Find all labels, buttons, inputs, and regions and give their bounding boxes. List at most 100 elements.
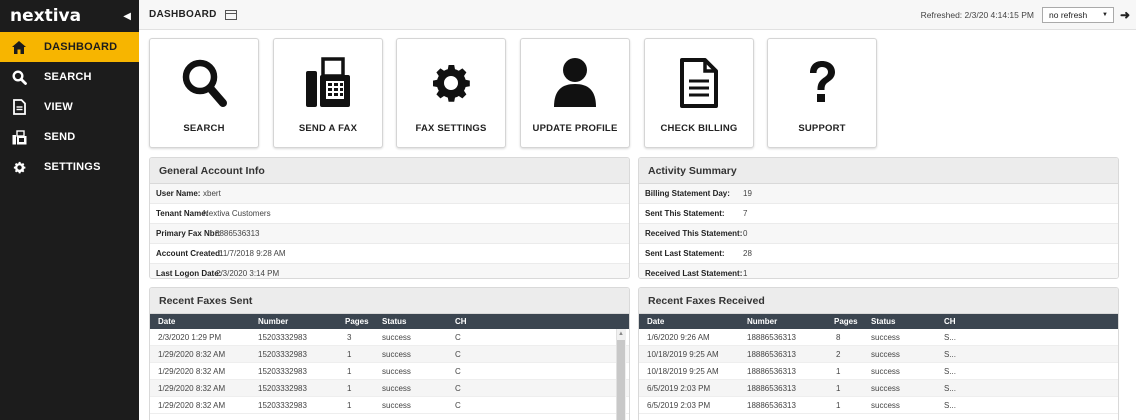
sidebar-item-dashboard[interactable]: DASHBOARD [0,32,139,62]
arrow-right-icon[interactable]: ➜ [1120,8,1130,22]
cell-status: success [871,400,900,410]
home-icon [10,38,28,56]
cell-pages: 1 [836,383,841,393]
table-row[interactable]: 1/29/2020 8:32 AM 15203332983 1 success C [150,397,629,414]
cell-date: 2/3/2020 1:29 PM [158,332,222,342]
column-header-number[interactable]: Number [747,317,777,326]
cell-number: 15203332983 [258,332,307,342]
column-header-pages[interactable]: Pages [834,317,858,326]
sidebar-item-view[interactable]: VIEW [0,92,139,122]
cell-date: 10/18/2019 9:25 AM [647,349,719,359]
refreshed-timestamp: Refreshed: 2/3/20 4:14:15 PM [920,9,1034,20]
kv-row: Account Created: 11/7/2018 9:28 AM [150,244,629,264]
kv-row: Received This Statement: 0 [639,224,1118,244]
kv-key: Tenant Name: [156,209,209,218]
document-icon [679,53,719,113]
topbar: DASHBOARD Refreshed: 2/3/20 4:14:15 PM n… [139,0,1136,30]
calendar-icon[interactable] [224,9,237,20]
tile-update-profile[interactable]: UPDATE PROFILE [520,38,630,148]
kv-value: 11/7/2018 9:28 AM [219,249,286,258]
tile-check-billing[interactable]: CHECK BILLING [644,38,754,148]
table-row[interactable]: 6/5/2019 2:03 PM 18886536313 1 success S... [639,380,1118,397]
cell-pages: 2 [836,349,841,359]
tile-support[interactable]: SUPPORT [767,38,877,148]
kv-row: Sent Last Statement: 28 [639,244,1118,264]
kv-key: Sent Last Statement: [645,249,725,258]
kv-value: xbert [203,189,221,198]
sidebar-item-label: SEND [44,131,76,143]
table-row[interactable]: 1/29/2020 8:32 AM 15203332983 1 success C [150,363,629,380]
table-row[interactable]: 1/6/2020 9:26 AM 18886536313 8 success S... [639,329,1118,346]
gear-icon [427,53,475,113]
cell-number: 15203332983 [258,400,307,410]
scrollbar-thumb[interactable] [617,340,625,420]
tile-fax-settings[interactable]: FAX SETTINGS [396,38,506,148]
kv-row: Primary Fax Nbr: 8886536313 [150,224,629,244]
kv-key: Billing Statement Day: [645,189,730,198]
question-icon [806,53,838,113]
sidebar-item-label: SETTINGS [44,161,101,173]
recent-faxes-received-panel: Recent Faxes Received Date Number Pages … [638,287,1119,420]
table-row[interactable]: 10/18/2019 9:25 AM 18886536313 1 success S..… [639,363,1118,380]
collapse-sidebar-icon[interactable]: ◀ [123,11,131,22]
column-header-number[interactable]: Number [258,317,288,326]
tile-send-a-fax[interactable]: SEND A FAX [273,38,383,148]
kv-value: 8886536313 [215,229,260,238]
cell-date: 1/6/2020 9:26 AM [647,332,710,342]
refresh-select-value: no refresh [1049,9,1088,20]
cell-pages: 1 [347,383,352,393]
sidebar-item-send[interactable]: SEND [0,122,139,152]
table-row[interactable]: 6/5/2019 2:03 PM 18886536313 1 success S... [639,397,1118,414]
cell-number: 15203332983 [258,349,307,359]
table-row[interactable]: 1/29/2020 8:32 AM 15203332983 1 success C [150,346,629,363]
column-header-date[interactable]: Date [647,317,664,326]
cell-date: 1/29/2020 8:32 AM [158,366,226,376]
cell-status: success [382,332,411,342]
recent-faxes-sent-panel: Recent Faxes Sent Date Number Pages Stat… [149,287,630,420]
account-info-list: User Name: xbert Tenant Name: Nextiva Cust… [150,184,629,278]
cell-status: success [382,400,411,410]
scroll-up-icon[interactable]: ▲ [618,331,624,337]
cell-pages: 1 [836,400,841,410]
cell-status: success [382,383,411,393]
tile-label: CHECK BILLING [660,123,738,134]
kv-key: Sent This Statement: [645,209,725,218]
refresh-interval-select[interactable]: no refresh ▼ [1042,6,1114,23]
sidebar-item-settings[interactable]: SETTINGS [0,152,139,182]
column-header-date[interactable]: Date [158,317,175,326]
sidebar-item-label: VIEW [44,101,73,113]
search-icon [10,68,28,86]
column-header-ch[interactable]: CH [944,317,956,326]
sidebar-item-label: SEARCH [44,71,92,83]
cell-date: 1/29/2020 8:32 AM [158,349,226,359]
fax-icon [304,53,352,113]
cell-number: 18886536313 [747,400,796,410]
table-header: Date Number Pages Status CH [150,314,629,329]
chevron-down-icon: ▼ [1102,11,1108,18]
table-row[interactable]: 10/18/2019 9:25 AM 18886536313 2 success S..… [639,346,1118,363]
cell-date: 1/29/2020 8:32 AM [158,400,226,410]
cell-status: success [871,366,900,376]
sidebar-item-search[interactable]: SEARCH [0,62,139,92]
column-header-status[interactable]: Status [871,317,895,326]
cell-number: 15203332983 [258,366,307,376]
kv-row: User Name: xbert [150,184,629,204]
cell-number: 18886536313 [747,383,796,393]
cell-pages: 3 [347,332,352,342]
panel-title: General Account Info [150,158,629,184]
cell-date: 10/18/2019 9:25 AM [647,366,719,376]
general-account-info-panel: General Account Info User Name: xbert Ten… [149,157,630,279]
table-row[interactable]: 1/29/2020 8:32 AM 15203332983 1 success C [150,380,629,397]
kv-value: 19 [743,189,752,198]
column-header-status[interactable]: Status [382,317,406,326]
tile-search[interactable]: SEARCH [149,38,259,148]
cell-number: 18886536313 [747,366,796,376]
table-header: Date Number Pages Status CH [639,314,1118,329]
sidebar: nextiva ◀ DASHBOARD SEARCH VIEW SEND SET… [0,0,139,420]
table-row[interactable]: 2/3/2020 1:29 PM 15203332983 3 success C [150,329,629,346]
cell-ch: S... [944,366,957,376]
column-header-ch[interactable]: CH [455,317,467,326]
column-header-pages[interactable]: Pages [345,317,369,326]
cell-ch: C [455,383,461,393]
kv-key: Account Created: [156,249,223,258]
